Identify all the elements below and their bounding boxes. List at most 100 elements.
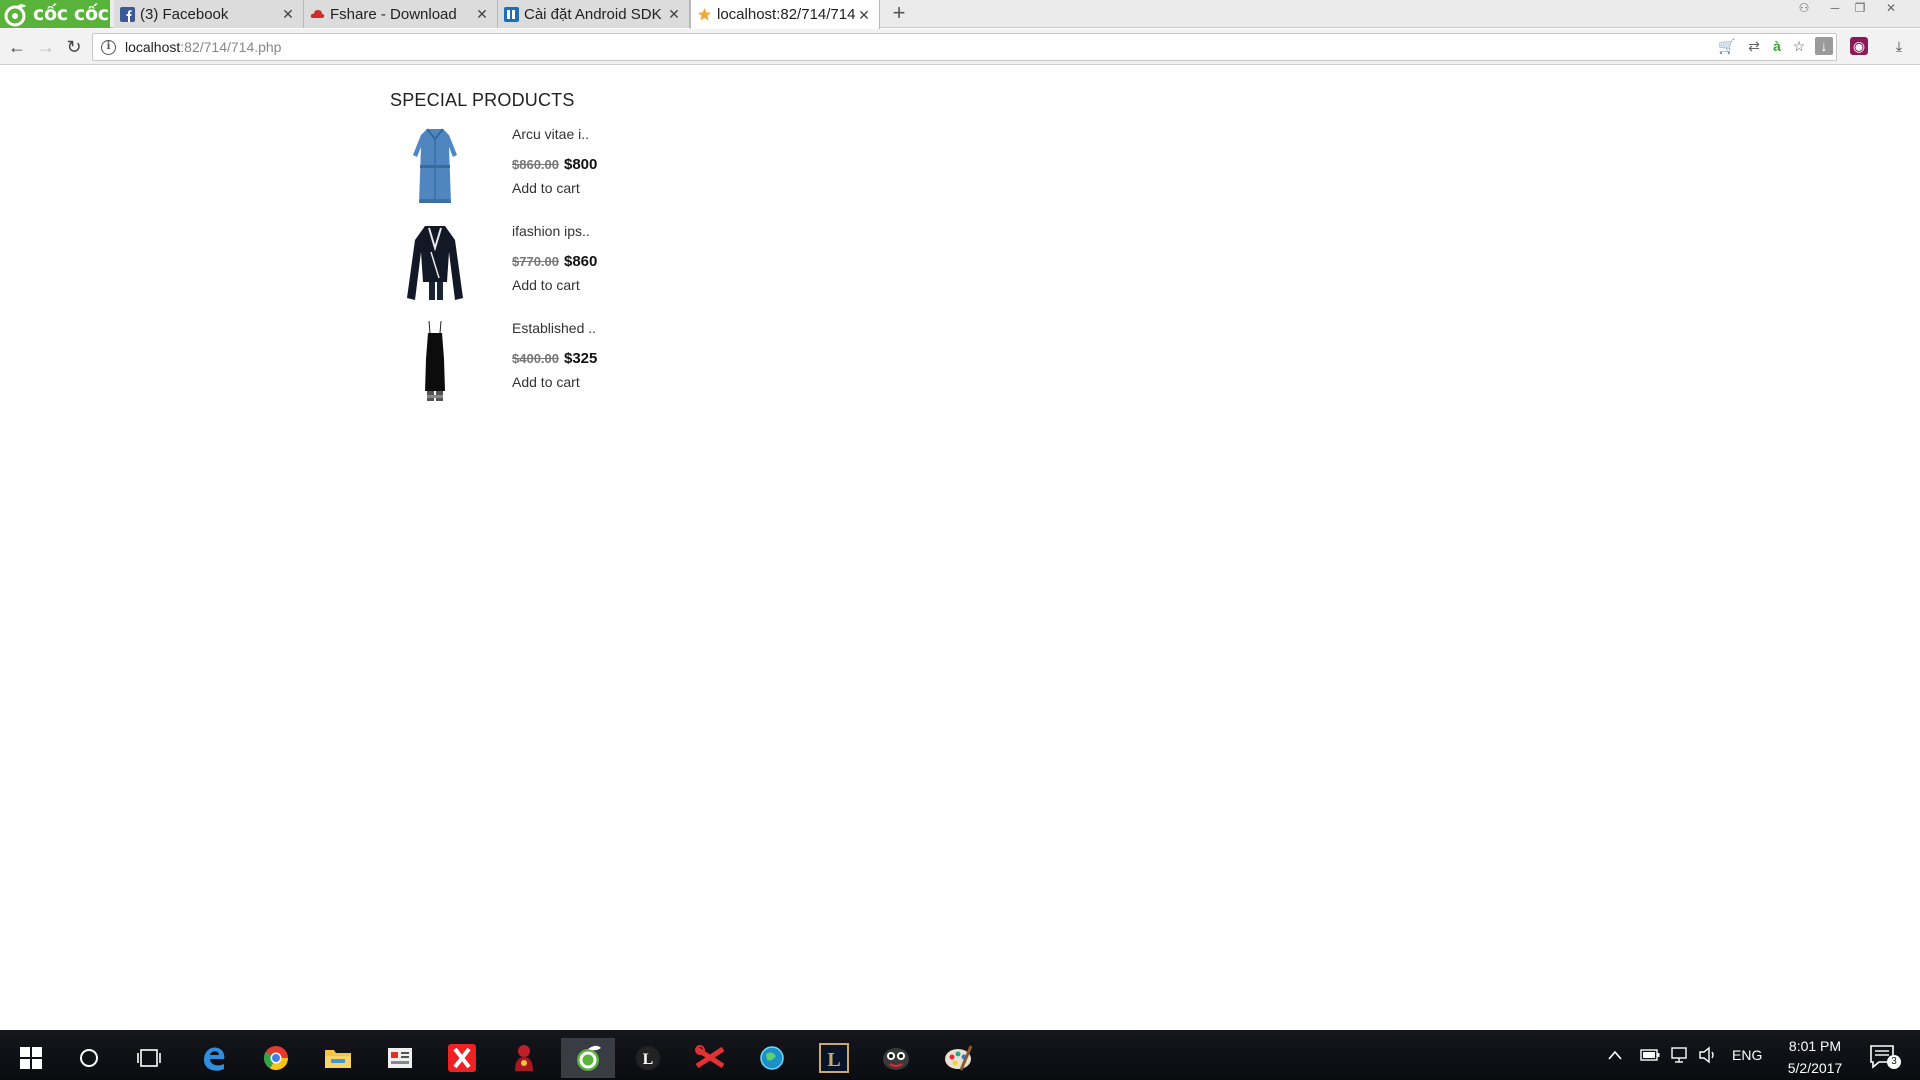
show-hidden-icons-button[interactable] [1607, 1030, 1623, 1080]
download-media-icon[interactable]: ↓ [1815, 37, 1833, 55]
reload-button[interactable]: ↻ [63, 36, 85, 58]
bookmark-star-icon[interactable]: ☆ [1790, 37, 1808, 55]
tab-strip: cốc cốc (3) Facebook ✕ Fshare - Download… [0, 0, 1920, 29]
chevron-up-icon [1608, 1050, 1622, 1060]
task-view-button[interactable] [124, 1038, 174, 1078]
product-item: Arcu vitae i.. $860.00 $800 Add to cart [390, 123, 990, 220]
product-item: ifashion ips.. $770.00 $860 Add to cart [390, 220, 990, 317]
shopping-cart-icon[interactable]: 🛒 [1718, 37, 1736, 55]
app-taskbar-button[interactable] [437, 1038, 487, 1078]
old-price: $400.00 [512, 350, 559, 366]
page-icon [698, 8, 711, 21]
app-taskbar-button[interactable] [747, 1038, 797, 1078]
close-tab-icon[interactable]: ✕ [281, 7, 295, 21]
app-taskbar-button[interactable] [685, 1038, 735, 1078]
lol-taskbar-button[interactable]: L [809, 1038, 859, 1078]
close-tab-icon[interactable]: ✕ [667, 7, 681, 21]
search-circle-icon [80, 1049, 98, 1067]
svg-text:L: L [643, 1051, 654, 1068]
app-taskbar-button[interactable] [871, 1038, 921, 1078]
input-language-button[interactable]: ENG [1732, 1030, 1762, 1080]
coccoc-icon [577, 1045, 601, 1071]
globe-app-icon [760, 1046, 784, 1070]
product-image[interactable] [390, 123, 480, 211]
add-to-cart-button[interactable]: Add to cart [512, 180, 597, 196]
close-tab-icon[interactable]: ✕ [475, 7, 489, 21]
grid-app-icon [388, 1048, 412, 1068]
tab-fshare[interactable]: Fshare - Download ✕ [304, 0, 498, 28]
product-item: Established .. $400.00 $325 Add to cart [390, 317, 990, 414]
svg-text:L: L [827, 1049, 840, 1071]
face-app-icon [883, 1048, 909, 1070]
paint-app-icon [945, 1045, 973, 1071]
taskbar-clock[interactable]: 8:01 PM 5/2/2017 [1765, 1035, 1865, 1079]
old-price: $770.00 [512, 253, 559, 269]
sale-price: $860 [564, 252, 598, 270]
new-tab-button[interactable]: + [888, 2, 910, 25]
tab-android-sdk[interactable]: Cài đặt Android SDK ✕ [498, 0, 690, 28]
close-window-button[interactable]: ✕ [1878, 0, 1904, 18]
back-button[interactable]: ← [6, 36, 28, 58]
league-icon: L [636, 1046, 660, 1070]
coccoc-taskbar-button[interactable] [561, 1038, 615, 1078]
product-image[interactable] [390, 220, 480, 308]
clock-time: 8:01 PM [1788, 1038, 1842, 1054]
tab-localhost[interactable]: localhost:82/714/714 ✕ [690, 0, 880, 29]
url-host: localhost [125, 39, 181, 55]
app-taskbar-button[interactable] [933, 1038, 983, 1078]
scissors-app-icon [695, 1045, 725, 1069]
product-name[interactable]: Established .. [512, 320, 597, 344]
site-info-icon[interactable]: i [101, 39, 116, 55]
site-icon [504, 6, 519, 22]
coccoc-logo-icon [4, 4, 26, 27]
network-button[interactable] [1670, 1030, 1690, 1080]
cortana-search-button[interactable] [64, 1038, 114, 1078]
app-taskbar-button[interactable]: L [623, 1038, 673, 1078]
restore-button[interactable]: ❐ [1847, 0, 1873, 18]
start-button[interactable] [6, 1038, 56, 1078]
brand-name: cốc cốc [33, 3, 109, 25]
extension-icon[interactable]: ◉ [1850, 37, 1868, 55]
tab-title: localhost:82/714/714 [717, 6, 856, 23]
forward-button[interactable]: → [35, 36, 57, 58]
old-price: $860.00 [512, 156, 559, 172]
section-heading: SPECIAL PRODUCTS [390, 90, 575, 110]
action-center-button[interactable]: 3 [1867, 1040, 1901, 1072]
red-character-icon [515, 1045, 533, 1071]
tab-title: Fshare - Download [330, 5, 457, 23]
black-dress-image [425, 320, 445, 401]
browser-toolbar: ← → ↻ i localhost:82/714/714.php [0, 29, 1920, 65]
file-explorer-taskbar-button[interactable] [313, 1038, 363, 1078]
facebook-icon [120, 6, 135, 22]
tab-title: Cài đặt Android SDK [524, 5, 662, 23]
chrome-icon [263, 1046, 288, 1071]
downloads-icon[interactable]: ⤓ [1890, 37, 1908, 55]
product-image[interactable] [390, 317, 480, 405]
speaker-icon [1699, 1046, 1714, 1064]
address-bar[interactable]: i localhost:82/714/714.php [92, 33, 1837, 61]
chrome-taskbar-button[interactable] [251, 1038, 301, 1078]
fshare-icon [310, 9, 325, 18]
black-jacket-image [407, 226, 463, 300]
product-name[interactable]: ifashion ips.. [512, 223, 597, 247]
add-to-cart-button[interactable]: Add to cart [512, 374, 597, 390]
coccoc-menu-button[interactable]: cốc cốc [0, 0, 110, 28]
battery-icon [1640, 1049, 1660, 1061]
edge-taskbar-button[interactable] [189, 1038, 239, 1078]
app-taskbar-button[interactable] [375, 1038, 425, 1078]
profile-icon[interactable]: ⚇ [1791, 0, 1817, 18]
minimize-button[interactable]: ─ [1822, 0, 1848, 18]
app-taskbar-button[interactable] [499, 1038, 549, 1078]
add-to-cart-button[interactable]: Add to cart [512, 277, 597, 293]
windows-logo-icon [20, 1047, 42, 1069]
denim-dress-image [413, 128, 457, 203]
task-view-icon [137, 1049, 161, 1067]
battery-button[interactable] [1640, 1030, 1660, 1080]
volume-button[interactable] [1698, 1030, 1718, 1080]
product-name[interactable]: Arcu vitae i.. [512, 126, 597, 150]
spelling-icon[interactable]: à [1768, 37, 1786, 55]
translate-icon[interactable]: ⇄ [1745, 37, 1763, 55]
tab-facebook[interactable]: (3) Facebook ✕ [114, 0, 304, 28]
lol-client-icon: L [819, 1043, 849, 1073]
close-tab-icon[interactable]: ✕ [857, 8, 871, 22]
